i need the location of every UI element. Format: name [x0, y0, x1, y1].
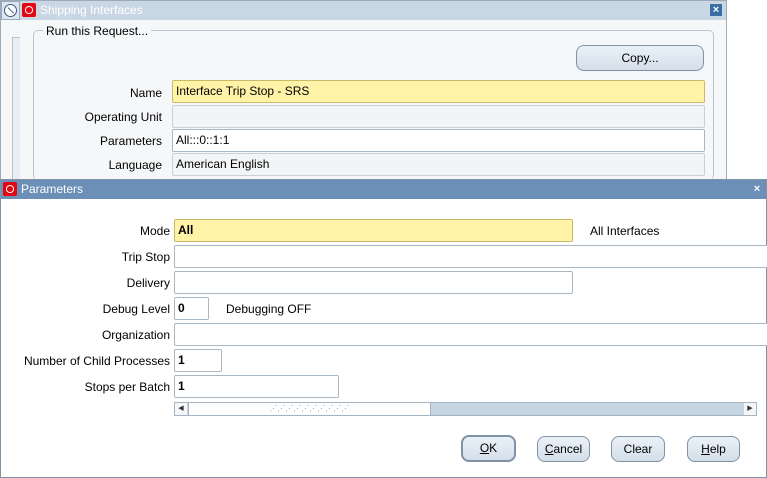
- debug-level-field[interactable]: 0: [174, 297, 209, 320]
- mode-label: Mode: [139, 224, 170, 238]
- clear-button[interactable]: Clear: [611, 436, 665, 462]
- stops-per-batch-field[interactable]: 1: [174, 375, 339, 398]
- debug-level-description: Debugging OFF: [226, 302, 312, 316]
- help-button[interactable]: Help: [687, 436, 740, 462]
- stops-per-batch-value: 1: [178, 379, 185, 393]
- operating-unit-label: Operating Unit: [84, 110, 162, 124]
- delivery-label: Delivery: [126, 276, 170, 290]
- scroll-left-button[interactable]: ◀: [175, 403, 187, 415]
- organization-label: Organization: [101, 328, 170, 342]
- language-field[interactable]: American English: [172, 153, 705, 176]
- organization-field[interactable]: [174, 323, 767, 346]
- oracle-logo-icon: [22, 3, 36, 17]
- shipping-window-titlebar[interactable]: Shipping Interfaces ×: [20, 1, 726, 20]
- trip-stop-field[interactable]: [174, 245, 767, 268]
- help-label: elp: [709, 442, 726, 456]
- mode-description: All Interfaces: [590, 224, 660, 238]
- stops-per-batch-label: Stops per Batch: [84, 380, 170, 394]
- language-label: Language: [108, 158, 162, 172]
- scroll-grip: ⋰⋰⋰⋰⋰⋰⋰⋰⋰⋰: [269, 404, 350, 413]
- delivery-field[interactable]: [174, 271, 573, 294]
- ok-button[interactable]: OK: [461, 435, 516, 462]
- cancel-button[interactable]: Cancel: [537, 436, 590, 462]
- horizontal-scrollbar[interactable]: ◀ ⋰⋰⋰⋰⋰⋰⋰⋰⋰⋰ ▶: [174, 402, 757, 416]
- scroll-thumb[interactable]: ⋰⋰⋰⋰⋰⋰⋰⋰⋰⋰: [188, 403, 431, 415]
- shipping-window-title: Shipping Interfaces: [40, 3, 143, 17]
- debug-level-label: Debug Level: [102, 302, 170, 316]
- navigator-button[interactable]: [1, 1, 20, 20]
- copy-button[interactable]: Copy...: [576, 45, 704, 71]
- parameters-field[interactable]: All:::0::1:1: [172, 129, 705, 152]
- tab-strip: [12, 37, 20, 180]
- parameters-window-title: Parameters: [21, 182, 84, 196]
- navigator-icon: [4, 4, 17, 17]
- debug-level-value: 0: [178, 301, 185, 315]
- mode-value: All: [178, 223, 194, 237]
- parameters-window-titlebar[interactable]: Parameters ×: [1, 180, 766, 199]
- oracle-logo-icon: [3, 182, 17, 196]
- child-processes-field[interactable]: 1: [174, 349, 222, 372]
- cancel-label: ancel: [553, 442, 583, 456]
- name-field[interactable]: Interface Trip Stop - SRS: [172, 80, 705, 103]
- ok-mnemonic: O: [479, 441, 490, 455]
- trip-stop-label: Trip Stop: [121, 250, 170, 264]
- group-title: Run this Request...: [43, 24, 152, 38]
- close-icon[interactable]: ×: [751, 183, 763, 195]
- help-mnemonic: H: [701, 442, 710, 456]
- child-processes-label: Number of Child Processes: [23, 354, 170, 368]
- operating-unit-field[interactable]: [172, 105, 705, 128]
- parameters-label: Parameters: [99, 134, 162, 148]
- name-label: Name: [129, 86, 162, 100]
- scroll-right-button[interactable]: ▶: [744, 403, 756, 415]
- ok-label: K: [489, 441, 498, 455]
- child-processes-value: 1: [178, 353, 185, 367]
- mode-field[interactable]: All: [174, 219, 573, 242]
- close-icon[interactable]: ×: [710, 4, 722, 16]
